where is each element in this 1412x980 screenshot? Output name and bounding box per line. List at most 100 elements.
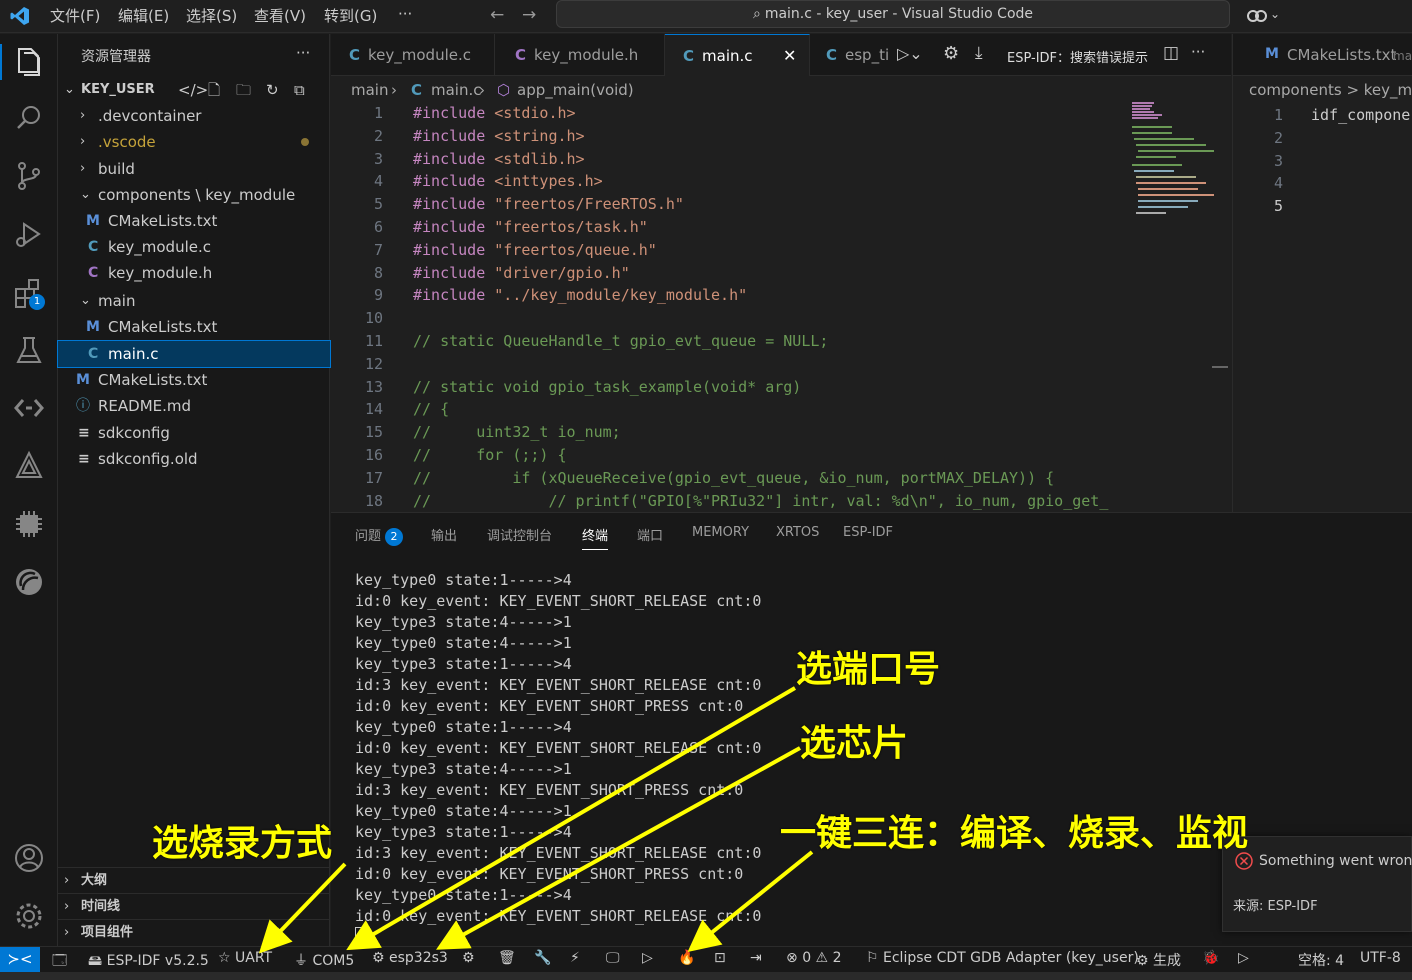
breadcrumb-file[interactable]: main.c	[431, 81, 482, 99]
tab-description: ma	[1393, 49, 1412, 63]
port-button[interactable]: ⏚ COM5	[294, 950, 354, 970]
esp-idf-explorer-icon[interactable]	[11, 448, 47, 484]
tab-memory[interactable]: MEMORY	[692, 525, 749, 540]
gear-icon[interactable]: ⚙	[943, 43, 959, 64]
tree-item[interactable]: › build	[58, 156, 330, 182]
root-folder[interactable]: ⌄ KEY_USER </> 🗋 🗀 ↻ ⧉	[58, 77, 330, 103]
tab-output[interactable]: 输出	[431, 525, 457, 544]
full-clean-trash-icon[interactable]: 🗑	[498, 950, 516, 966]
tab-key-module-h[interactable]: Ckey_module.h	[495, 34, 665, 76]
tab-debug-console[interactable]: 调试控制台	[487, 525, 552, 544]
build-wrench-icon[interactable]: 🔧	[534, 950, 551, 966]
command-center[interactable]: ⌕ main.c - key_user - Visual Studio Code	[556, 0, 1230, 28]
tab-problems[interactable]: 问题 2	[355, 525, 404, 546]
account-icon[interactable]	[11, 840, 47, 876]
tree-item-selected[interactable]: Cmain.c	[57, 340, 331, 368]
bug-icon[interactable]: 🐞	[1202, 950, 1219, 966]
tree-item[interactable]: M CMakeLists.txt	[58, 367, 330, 393]
tree-item[interactable]: › .devcontainer	[58, 103, 330, 129]
tab-ports[interactable]: 端口	[637, 525, 663, 544]
copilot-icon[interactable]	[1246, 5, 1268, 27]
tree-item[interactable]: Ckey_module.c	[58, 234, 330, 260]
menu-edit[interactable]: 编辑(E)	[118, 5, 169, 26]
tree-item[interactable]: › .vscode	[58, 129, 330, 155]
close-icon[interactable]: ✕	[783, 35, 796, 77]
minimap[interactable]	[1130, 102, 1230, 512]
more-actions-icon[interactable]: ···	[1191, 43, 1205, 61]
testing-icon[interactable]	[11, 332, 47, 368]
line-number: 17	[364, 468, 383, 487]
breadcrumb-folder[interactable]: main	[351, 81, 388, 99]
flash-lightning-icon[interactable]: ⚡	[570, 950, 580, 966]
outline-section[interactable]: › 大纲	[58, 867, 330, 893]
flash-method-button[interactable]: ☆ UART	[218, 950, 272, 966]
esp-idf-version[interactable]: 🖴 ESP-IDF v5.2.5	[88, 950, 209, 974]
more-actions-button[interactable]: ···	[296, 44, 310, 62]
right-breadcrumb[interactable]: components > key_moc	[1249, 81, 1412, 99]
tree-item[interactable]: M CMakeLists.txt	[58, 208, 330, 234]
menu-file[interactable]: 文件(F)	[50, 5, 100, 26]
tree-item[interactable]: ⌄ components \ key_module	[58, 182, 330, 208]
search-icon[interactable]	[11, 100, 47, 136]
download-icon[interactable]: ⤓	[975, 43, 983, 63]
tree-item[interactable]: ⓘ README.md	[58, 393, 330, 419]
run-debug-icon[interactable]	[11, 216, 47, 252]
tree-item[interactable]: ⌄ main	[58, 288, 330, 314]
debug-icon[interactable]: ▷	[642, 950, 653, 966]
remote-explorer-icon[interactable]	[11, 390, 47, 426]
settings-gear-icon[interactable]	[11, 898, 47, 934]
tab-terminal[interactable]: 终端	[582, 525, 609, 550]
debug-adapter-button[interactable]: ⚐ Eclipse CDT GDB Adapter (key_user)	[866, 950, 1139, 966]
split-editor-icon[interactable]: ◫	[1163, 43, 1179, 63]
project-components-section[interactable]: › 项目组件	[58, 919, 330, 945]
error-notification[interactable]: Something went wrong 来源: ESP-IDF	[1222, 836, 1412, 932]
panel-toggle-icon[interactable]: 🗔	[52, 950, 67, 974]
terminal-icon[interactable]: ⊡	[714, 950, 726, 966]
play-icon[interactable]: ▷	[1238, 950, 1249, 966]
right-tab[interactable]: M CMakeLists.txt ma	[1233, 34, 1412, 76]
terminal-line: key_type0 state:1----->4	[355, 571, 572, 589]
problems-indicator[interactable]: ⊗ 0 ⚠ 2	[786, 950, 841, 966]
esp-idf-search-error-button[interactable]: ESP-IDF：搜索错误提示	[1007, 47, 1148, 66]
build-button[interactable]: ⚙ 生成	[1136, 950, 1181, 970]
tab-main-c[interactable]: Cmain.c ✕	[665, 34, 810, 76]
target-chip-button[interactable]: ⚙ esp32s3	[372, 950, 448, 966]
tab-key-module-c[interactable]: Ckey_module.c	[331, 34, 495, 76]
menu-selection[interactable]: 选择(S)	[186, 5, 237, 26]
run-task-icon[interactable]: ⇥	[750, 950, 762, 966]
timeline-section[interactable]: › 时间线	[58, 893, 330, 919]
run-debug-icon[interactable]: ▷⌄	[897, 44, 923, 63]
build-flash-monitor-flame-icon[interactable]: 🔥	[678, 950, 695, 966]
source-control-icon[interactable]	[11, 158, 47, 194]
chip-icon[interactable]	[11, 506, 47, 542]
collapse-all-icon[interactable]: ⧉	[294, 77, 305, 103]
explorer-icon[interactable]	[0, 44, 47, 80]
monitor-icon[interactable]: 🖵	[606, 950, 620, 966]
sdk-config-gear-icon[interactable]: ⚙	[462, 950, 475, 966]
new-file-icon[interactable]: 🗋	[208, 77, 220, 103]
tab-esp-idf[interactable]: ESP-IDF	[843, 525, 893, 540]
remote-indicator-icon[interactable]: ≻<	[0, 947, 40, 973]
new-folder-icon[interactable]: 🗀	[236, 77, 251, 103]
extensions-icon[interactable]: 1	[11, 276, 47, 312]
code-editor[interactable]: 1 #include <stdio.h> 2 #include <string.h> 3…	[331, 102, 1131, 512]
esp-idf-action-icon[interactable]: </>	[178, 77, 208, 103]
menu-go[interactable]: 转到(G)	[324, 5, 377, 26]
tree-item[interactable]: ≡ sdkconfig	[58, 420, 330, 446]
terminal-line: key_type0 state:1----->4	[355, 886, 572, 904]
refresh-icon[interactable]: ↻	[266, 77, 279, 103]
menu-view[interactable]: 查看(V)	[254, 5, 306, 26]
back-arrow-icon[interactable]: ←	[490, 5, 504, 25]
indentation-button[interactable]: 空格: 4	[1298, 950, 1344, 970]
chevron-down-icon[interactable]: ⌄	[1270, 7, 1280, 21]
tab-xrtos[interactable]: XRTOS	[776, 525, 819, 540]
espressif-icon[interactable]	[11, 564, 47, 600]
encoding-button[interactable]: UTF-8	[1360, 950, 1401, 966]
tree-item[interactable]: M CMakeLists.txt	[58, 314, 330, 340]
menu-more[interactable]: ···	[398, 5, 412, 23]
breadcrumb-symbol[interactable]: app_main(void)	[517, 81, 634, 99]
tree-item[interactable]: Ckey_module.h	[58, 260, 330, 286]
tree-item[interactable]: ≡ sdkconfig.old	[58, 446, 330, 472]
tab-esp-timer[interactable]: Cesp_ti	[810, 34, 900, 76]
forward-arrow-icon[interactable]: →	[522, 5, 536, 25]
